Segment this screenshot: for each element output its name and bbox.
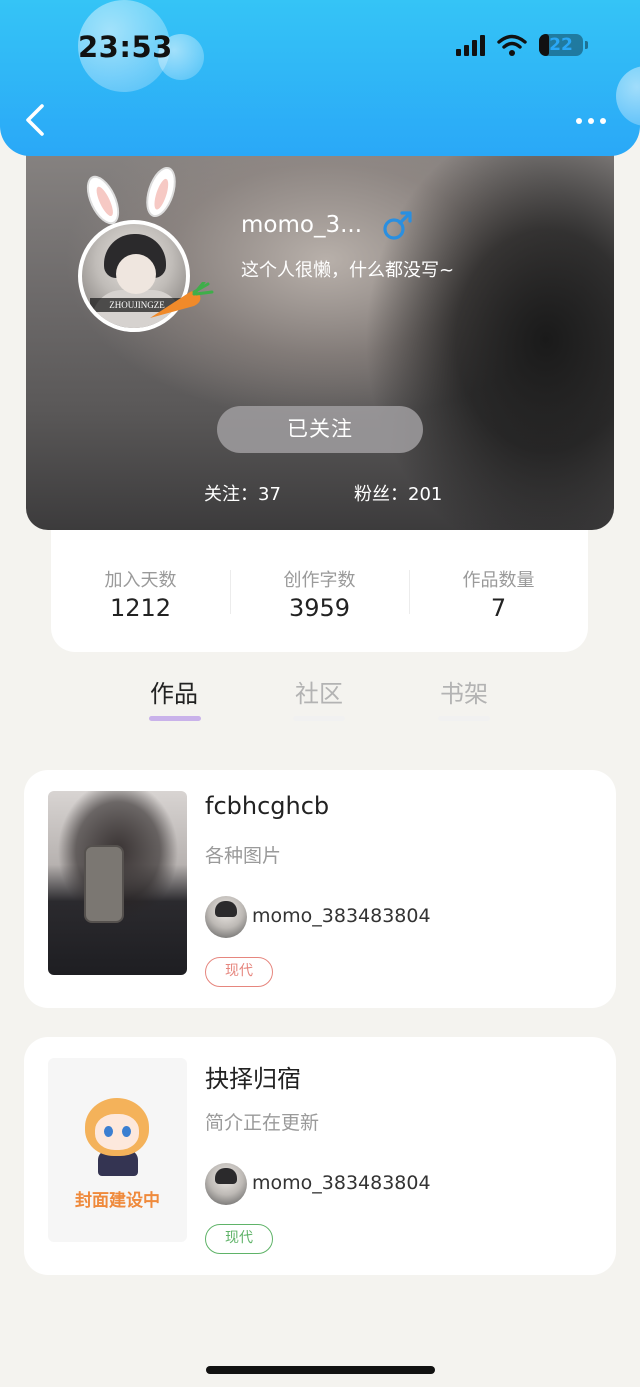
book-title: 抉择归宿 <box>205 1065 301 1093</box>
stat-value: 7 <box>490 594 507 622</box>
tab-community[interactable]: 社区 <box>279 674 359 709</box>
fans-count: 201 <box>408 484 443 505</box>
book-card[interactable]: fcbhcghcb 各种图片 momo_383483804 现代 <box>24 770 616 1008</box>
tab-works-underline <box>149 716 201 721</box>
male-gender-icon <box>383 211 412 240</box>
stat-value: 1212 <box>109 594 172 622</box>
top-header: 23:53 22 <box>0 0 640 156</box>
author-avatar <box>205 896 247 938</box>
stat-label: 加入天数 <box>104 570 177 591</box>
stats-card: 加入天数 1212 创作字数 3959 作品数量 7 <box>51 530 588 652</box>
more-options-icon[interactable] <box>576 118 606 124</box>
following-label: 关注： <box>204 484 258 505</box>
battery-icon: 22 <box>539 34 588 56</box>
tab-bookshelf-underline <box>438 716 490 721</box>
bunny-ear-decor <box>80 170 126 230</box>
fans-label: 粉丝： <box>354 484 408 505</box>
cover-placeholder-text: 封面建设中 <box>75 1191 160 1211</box>
stat-value: 3959 <box>288 594 351 622</box>
profile-card: ZHOUJINGZE momo_3... 这个人很懒，什么都没写~ 已关注 关注… <box>26 130 614 530</box>
author-name: momo_383483804 <box>252 905 431 927</box>
tab-bookshelf[interactable]: 书架 <box>424 674 504 709</box>
stat-works-count: 作品数量 7 <box>409 566 588 622</box>
fans-stat[interactable]: 粉丝：201 <box>354 480 442 506</box>
book-title: fcbhcghcb <box>205 792 330 820</box>
tab-community-underline <box>293 716 345 721</box>
decor-bubble <box>616 66 640 126</box>
stat-label: 作品数量 <box>462 570 535 591</box>
bunny-ear-decor <box>140 163 182 221</box>
carrot-decor-icon <box>150 282 214 318</box>
back-icon[interactable] <box>22 102 48 138</box>
stat-label: 创作字数 <box>283 570 356 591</box>
status-time: 23:53 <box>78 30 173 64</box>
stat-word-count: 创作字数 3959 <box>230 566 409 622</box>
book-cover-placeholder: 封面建设中 <box>48 1058 187 1242</box>
book-description: 各种图片 <box>205 845 282 867</box>
battery-level: 22 <box>549 35 573 55</box>
profile-bio: 这个人很懒，什么都没写~ <box>241 260 455 281</box>
genre-tag: 现代 <box>205 1224 273 1254</box>
genre-tag: 现代 <box>205 957 273 987</box>
home-indicator[interactable] <box>206 1366 435 1374</box>
stat-join-days: 加入天数 1212 <box>51 566 230 622</box>
wifi-icon <box>497 34 527 56</box>
following-stat[interactable]: 关注：37 <box>204 480 281 506</box>
cellular-signal-icon <box>456 34 485 56</box>
follow-button[interactable]: 已关注 <box>217 406 423 453</box>
profile-username: momo_3... <box>241 212 363 238</box>
author-avatar <box>205 1163 247 1205</box>
following-count: 37 <box>258 484 281 505</box>
author-name: momo_383483804 <box>252 1172 431 1194</box>
book-description: 简介正在更新 <box>205 1112 320 1134</box>
book-card[interactable]: 封面建设中 抉择归宿 简介正在更新 momo_383483804 现代 <box>24 1037 616 1275</box>
tab-works[interactable]: 作品 <box>134 674 214 709</box>
book-cover-image <box>48 791 187 975</box>
status-icons: 22 <box>456 34 588 56</box>
